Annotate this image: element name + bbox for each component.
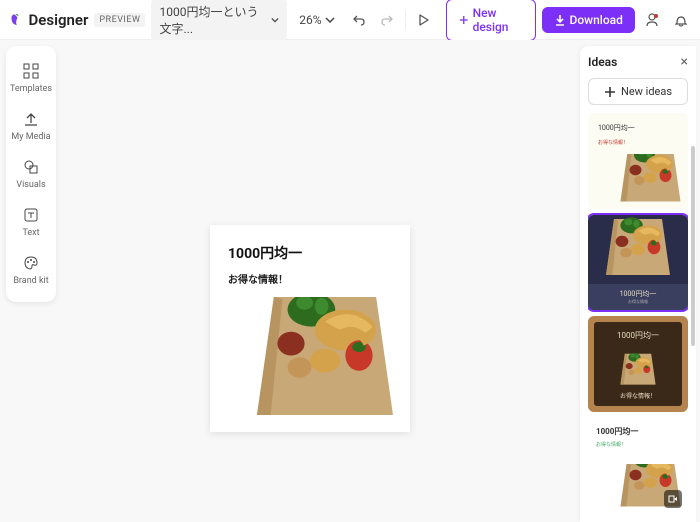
person-icon <box>644 12 660 28</box>
bell-icon <box>673 12 689 28</box>
thumb-title: 1000円均一 <box>596 426 688 437</box>
new-design-button[interactable]: New design <box>446 0 536 41</box>
download-icon <box>554 14 566 26</box>
top-bar: Designer PREVIEW 1000円均一という文字... 26% New… <box>0 0 700 40</box>
shapes-icon <box>22 158 40 176</box>
grocery-bag-image <box>613 154 688 209</box>
idea-thumb[interactable]: 1000円均一 お得な情報 <box>588 215 688 310</box>
filename-text: 1000円均一という文字... <box>159 3 265 37</box>
download-label: Download <box>570 13 623 27</box>
left-rail: Templates My Media Visuals Text Brand ki… <box>6 46 56 302</box>
rail-label: Brand kit <box>13 276 48 286</box>
rail-label: Visuals <box>16 180 45 190</box>
idea-thumb[interactable]: 1000円均一 お得な情報！ <box>588 113 688 209</box>
grocery-bag-image <box>240 297 410 432</box>
rail-label: Text <box>22 228 39 238</box>
templates-icon <box>22 62 40 80</box>
redo-button[interactable] <box>376 6 399 34</box>
thumb-title: 1000円均一 <box>617 330 659 341</box>
redo-icon <box>380 13 394 27</box>
thumb-title: 1000円均一 <box>598 123 688 133</box>
play-icon <box>416 13 430 27</box>
play-button[interactable] <box>411 6 434 34</box>
ideas-panel: Ideas × New ideas 1000円均一 お得な情報！ 1000円均一… <box>580 46 696 522</box>
upload-icon <box>22 110 40 128</box>
ideas-thumbnails: 1000円均一 お得な情報！ 1000円均一 お得な情報 1000円均一 お得な… <box>588 113 688 514</box>
rail-visuals[interactable]: Visuals <box>6 150 56 198</box>
rail-label: Templates <box>10 84 52 94</box>
rail-templates[interactable]: Templates <box>6 54 56 102</box>
design-canvas[interactable]: 1000円均一 お得な情報！ <box>210 225 410 432</box>
rail-text[interactable]: Text <box>6 198 56 246</box>
rail-brand-kit[interactable]: Brand kit <box>6 246 56 294</box>
thumb-sub: お得な情報！ <box>620 391 656 400</box>
app-name: Designer <box>29 11 89 29</box>
thumb-sub: お得な情報 <box>628 299 648 305</box>
rail-label: My Media <box>11 132 50 142</box>
download-button[interactable]: Download <box>542 7 635 33</box>
thumb-title: 1000円均一 <box>620 289 657 299</box>
chevron-down-icon <box>271 15 279 25</box>
text-icon <box>22 206 40 224</box>
canvas-subtitle: お得な情報！ <box>228 271 410 286</box>
zoom-dropdown[interactable]: 26% <box>293 9 341 31</box>
idea-thumb[interactable]: 1000円均一 お得な情報！ <box>588 418 688 514</box>
scrollbar[interactable] <box>691 146 695 486</box>
idea-thumb[interactable]: 1000円均一 お得な情報！ <box>588 316 688 412</box>
palette-icon <box>22 254 40 272</box>
new-ideas-label: New ideas <box>621 85 672 98</box>
thumb-sub: お得な情報！ <box>596 441 688 448</box>
filename-dropdown[interactable]: 1000円均一という文字... <box>151 0 287 42</box>
plus-icon <box>459 14 469 26</box>
preview-badge: PREVIEW <box>94 13 145 27</box>
scroll-thumb[interactable] <box>691 146 695 346</box>
canvas-title: 1000円均一 <box>228 243 410 263</box>
divider <box>405 10 406 30</box>
undo-icon <box>352 13 366 27</box>
app-logo-icon <box>8 11 23 29</box>
main-area: Templates My Media Visuals Text Brand ki… <box>0 40 700 522</box>
ideas-title: Ideas <box>588 55 617 69</box>
new-ideas-button[interactable]: New ideas <box>588 78 688 105</box>
video-icon <box>668 494 678 504</box>
close-ideas-button[interactable]: × <box>681 54 688 70</box>
new-design-label: New design <box>473 6 523 34</box>
zoom-value: 26% <box>299 13 321 27</box>
rail-my-media[interactable]: My Media <box>6 102 56 150</box>
account-button[interactable] <box>641 6 664 34</box>
chevron-down-icon <box>325 15 335 25</box>
thumb-sub: お得な情報！ <box>598 139 688 146</box>
media-badge <box>664 490 682 508</box>
grocery-bag-image <box>608 345 668 389</box>
plus-icon <box>604 86 616 98</box>
grocery-bag-image <box>598 215 678 283</box>
undo-button[interactable] <box>347 6 370 34</box>
notifications-button[interactable] <box>669 6 692 34</box>
